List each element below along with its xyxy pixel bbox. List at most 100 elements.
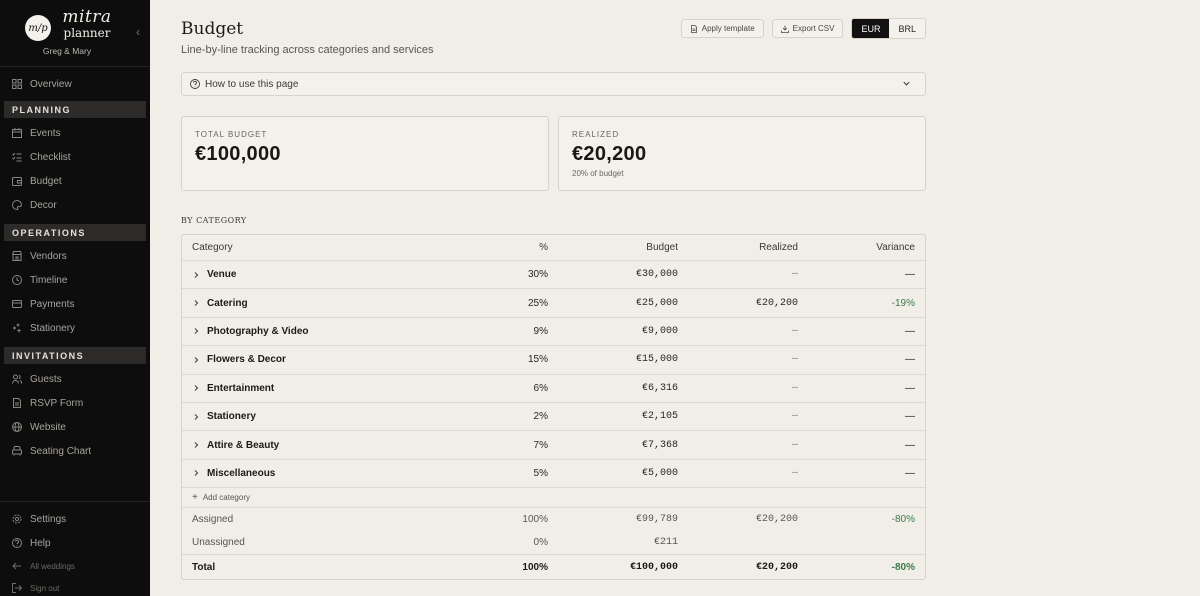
section-label-by-category: BY CATEGORY xyxy=(181,216,247,225)
sidebar-item-checklist[interactable]: Checklist xyxy=(0,145,150,169)
sidebar-item-seating-chart[interactable]: Seating Chart xyxy=(0,439,150,463)
sidebar-item-budget[interactable]: Budget xyxy=(0,169,150,193)
export-csv-button[interactable]: Export CSV xyxy=(771,19,844,38)
sidebar-item-all-weddings[interactable]: All weddings xyxy=(0,555,150,577)
category-realized: — xyxy=(791,382,798,394)
sidebar-item-timeline[interactable]: Timeline xyxy=(0,268,150,292)
table-row[interactable]: Photography & Video 9% €9,000 — — xyxy=(182,318,925,347)
category-pct: 2% xyxy=(533,411,548,423)
sidebar-footer: Settings Help All weddings Sign out xyxy=(0,501,150,596)
logo-word-2: planner xyxy=(63,26,111,40)
category-pct: 9% xyxy=(533,325,548,337)
category-toggle[interactable]: Catering xyxy=(192,298,248,309)
assigned-budget: €99,789 xyxy=(635,514,678,526)
sidebar-item-payments[interactable]: Payments xyxy=(0,292,150,316)
sidebar-item-label: Checklist xyxy=(30,151,71,163)
chevron-right-icon xyxy=(194,385,199,392)
plus-icon: + xyxy=(192,492,198,504)
table-row[interactable]: Venue 30% €30,000 — — xyxy=(182,261,925,290)
sidebar-item-label: Stationery xyxy=(30,322,76,334)
table-row[interactable]: Catering 25% €25,000 €20,200 -19% xyxy=(182,289,925,318)
sidebar-item-rsvp-form[interactable]: RSVP Form xyxy=(0,391,150,415)
add-category-button[interactable]: + Add category xyxy=(192,492,250,503)
accordion-label: How to use this page xyxy=(205,78,299,90)
category-realized: — xyxy=(791,439,798,451)
currency-brl[interactable]: BRL xyxy=(889,19,925,38)
help-circle-icon xyxy=(12,538,22,548)
apply-template-button[interactable]: Apply template xyxy=(680,19,764,38)
category-budget: €25,000 xyxy=(635,297,678,309)
category-name: Catering xyxy=(207,297,248,309)
sparkles-icon xyxy=(13,323,21,333)
sidebar-item-help[interactable]: Help xyxy=(0,531,150,555)
sidebar-item-overview[interactable]: Overview xyxy=(0,72,150,96)
category-realized: — xyxy=(791,354,798,366)
add-category-label: Add category xyxy=(202,493,250,503)
calendar-icon xyxy=(12,128,22,138)
category-variance: — xyxy=(905,354,915,366)
category-name: Miscellaneous xyxy=(207,467,276,479)
category-toggle[interactable]: Attire & Beauty xyxy=(192,440,279,451)
category-toggle[interactable]: Venue xyxy=(192,269,236,280)
gear-icon xyxy=(12,514,22,524)
collapse-sidebar-icon[interactable]: ‹ xyxy=(136,25,140,39)
category-variance: — xyxy=(905,439,915,451)
add-category-row[interactable]: + Add category xyxy=(182,488,925,509)
assigned-pct: 100% xyxy=(522,514,548,526)
assigned-row: Assigned 100% €99,789 €20,200 -80% xyxy=(182,508,925,531)
currency-eur[interactable]: EUR xyxy=(852,19,890,38)
sidebar-item-settings[interactable]: Settings xyxy=(0,507,150,531)
sidebar-item-label: Settings xyxy=(30,513,67,525)
category-toggle[interactable]: Miscellaneous xyxy=(192,468,275,479)
how-to-use-accordion[interactable]: How to use this page xyxy=(181,72,926,96)
apply-template-label: Apply template xyxy=(701,24,755,33)
file-icon xyxy=(690,24,697,33)
document-icon xyxy=(13,398,21,408)
sidebar-item-stationery[interactable]: Stationery xyxy=(0,316,150,340)
category-toggle[interactable]: Entertainment xyxy=(192,383,274,394)
sidebar-item-label: Seating Chart xyxy=(30,445,92,457)
category-pct: 7% xyxy=(533,439,548,451)
header-pct: % xyxy=(539,242,548,253)
table-row[interactable]: Miscellaneous 5% €5,000 — — xyxy=(182,460,925,489)
category-budget: €30,000 xyxy=(635,269,678,281)
category-variance: — xyxy=(905,411,915,423)
table-row[interactable]: Attire & Beauty 7% €7,368 — — xyxy=(182,431,925,460)
palette-icon xyxy=(12,200,22,210)
total-budget-card: TOTAL BUDGET €100,000 xyxy=(181,116,549,191)
table-row[interactable]: Stationery 2% €2,105 — — xyxy=(182,403,925,432)
sidebar-item-events[interactable]: Events xyxy=(0,121,150,145)
sidebar-item-website[interactable]: Website xyxy=(0,415,150,439)
category-toggle[interactable]: Photography & Video xyxy=(192,326,309,337)
category-toggle[interactable]: Stationery xyxy=(192,411,256,422)
category-realized: — xyxy=(791,269,798,281)
chevron-right-icon xyxy=(194,413,199,420)
sidebar-item-sign-out[interactable]: Sign out xyxy=(0,577,150,596)
logo-mark[interactable]: m/p xyxy=(25,15,51,41)
total-row: Total 100% €100,000 €20,200 -80% xyxy=(182,554,925,579)
realized-value: €20,200 xyxy=(572,143,647,165)
main-content: Budget Line-by-line tracking across cate… xyxy=(150,0,1200,596)
unassigned-label: Unassigned xyxy=(192,537,245,549)
category-realized: — xyxy=(791,411,798,423)
category-toggle[interactable]: Flowers & Decor xyxy=(192,354,286,365)
clock-icon xyxy=(12,275,22,285)
category-name: Entertainment xyxy=(207,382,275,394)
logo-word-1: mitra xyxy=(62,7,112,27)
table-row[interactable]: Entertainment 6% €6,316 — — xyxy=(182,375,925,403)
sidebar-item-vendors[interactable]: Vendors xyxy=(0,244,150,268)
category-pct: 30% xyxy=(527,269,548,281)
section-operations: OPERATIONS xyxy=(4,224,146,241)
category-pct: 25% xyxy=(527,297,548,309)
sidebar-item-label: Help xyxy=(30,537,51,549)
chevron-right-icon xyxy=(194,300,199,306)
couple-name: Greg & Mary xyxy=(42,46,92,56)
table-row[interactable]: Flowers & Decor 15% €15,000 — — xyxy=(182,346,925,375)
sidebar-item-label: Sign out xyxy=(30,583,60,593)
sidebar-item-guests[interactable]: Guests xyxy=(0,367,150,391)
realized-note: 20% of budget xyxy=(572,169,624,178)
sidebar-item-label: Overview xyxy=(30,78,72,90)
realized-card: REALIZED €20,200 20% of budget xyxy=(558,116,926,191)
arrow-left-icon xyxy=(12,562,21,570)
sidebar-item-decor[interactable]: Decor xyxy=(0,193,150,217)
